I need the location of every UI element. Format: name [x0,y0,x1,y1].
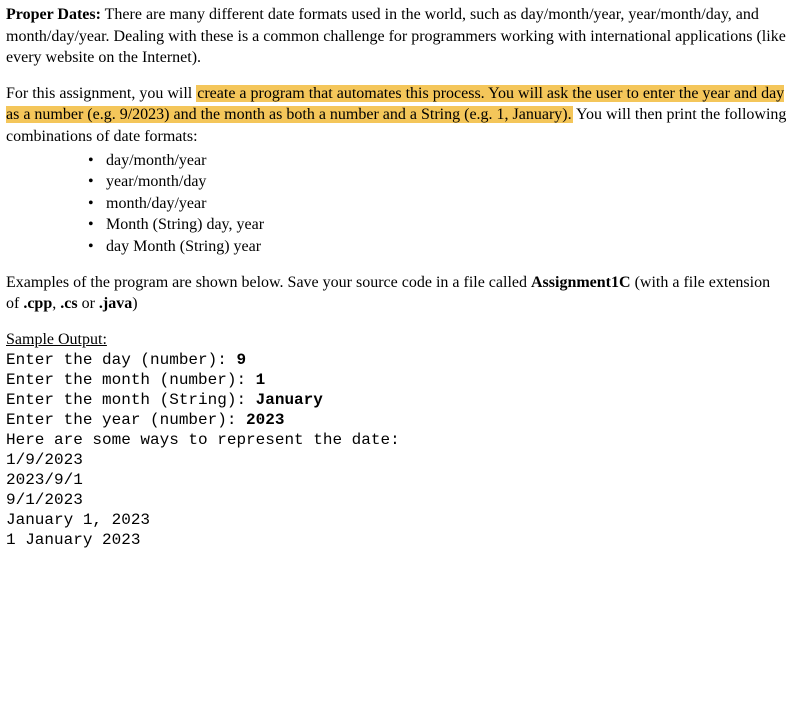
list-item: Month (String) day, year [6,214,787,236]
output-line: January 1, 2023 [6,511,150,529]
format-text: month/day/year [106,195,206,212]
output-header: Here are some ways to represent the date… [6,431,400,449]
paragraph-save: Examples of the program are shown below.… [6,272,787,315]
list-item: year/month/day [6,171,787,193]
save-text: ) [132,295,137,312]
input-month-str: January [256,391,323,409]
prompt-day: Enter the day (number): [6,351,236,369]
sample-output-console: Enter the day (number): 9 Enter the mont… [6,350,787,550]
assign-pre: For this assignment, you will [6,85,196,102]
save-filename: Assignment1C [531,274,631,291]
output-line: 9/1/2023 [6,491,83,509]
format-list: day/month/year year/month/day month/day/… [6,150,787,258]
save-text: or [78,295,99,312]
input-month-num: 1 [256,371,266,389]
output-line: 2023/9/1 [6,471,83,489]
intro-body: There are many different date formats us… [6,6,786,66]
ext-java: .java [99,295,132,312]
ext-cs: .cs [60,295,77,312]
input-year: 2023 [246,411,284,429]
format-text: year/month/day [106,173,206,190]
format-text: day/month/year [106,152,206,169]
ext-cpp: .cpp [23,295,52,312]
output-line: 1 January 2023 [6,531,140,549]
sample-output-block: Sample Output: Enter the day (number): 9… [6,329,787,551]
list-item: day/month/year [6,150,787,172]
paragraph-assignment: For this assignment, you will create a p… [6,83,787,148]
sample-output-label: Sample Output: [6,329,787,351]
paragraph-intro: Proper Dates: There are many different d… [6,4,787,69]
output-line: 1/9/2023 [6,451,83,469]
input-day: 9 [236,351,246,369]
list-item: day Month (String) year [6,236,787,258]
list-item: month/day/year [6,193,787,215]
format-text: day Month (String) year [106,238,261,255]
prompt-year: Enter the year (number): [6,411,246,429]
save-text: Examples of the program are shown below.… [6,274,531,291]
prompt-month-str: Enter the month (String): [6,391,256,409]
prompt-month-num: Enter the month (number): [6,371,256,389]
intro-lead: Proper Dates: [6,6,101,23]
format-text: Month (String) day, year [106,216,264,233]
